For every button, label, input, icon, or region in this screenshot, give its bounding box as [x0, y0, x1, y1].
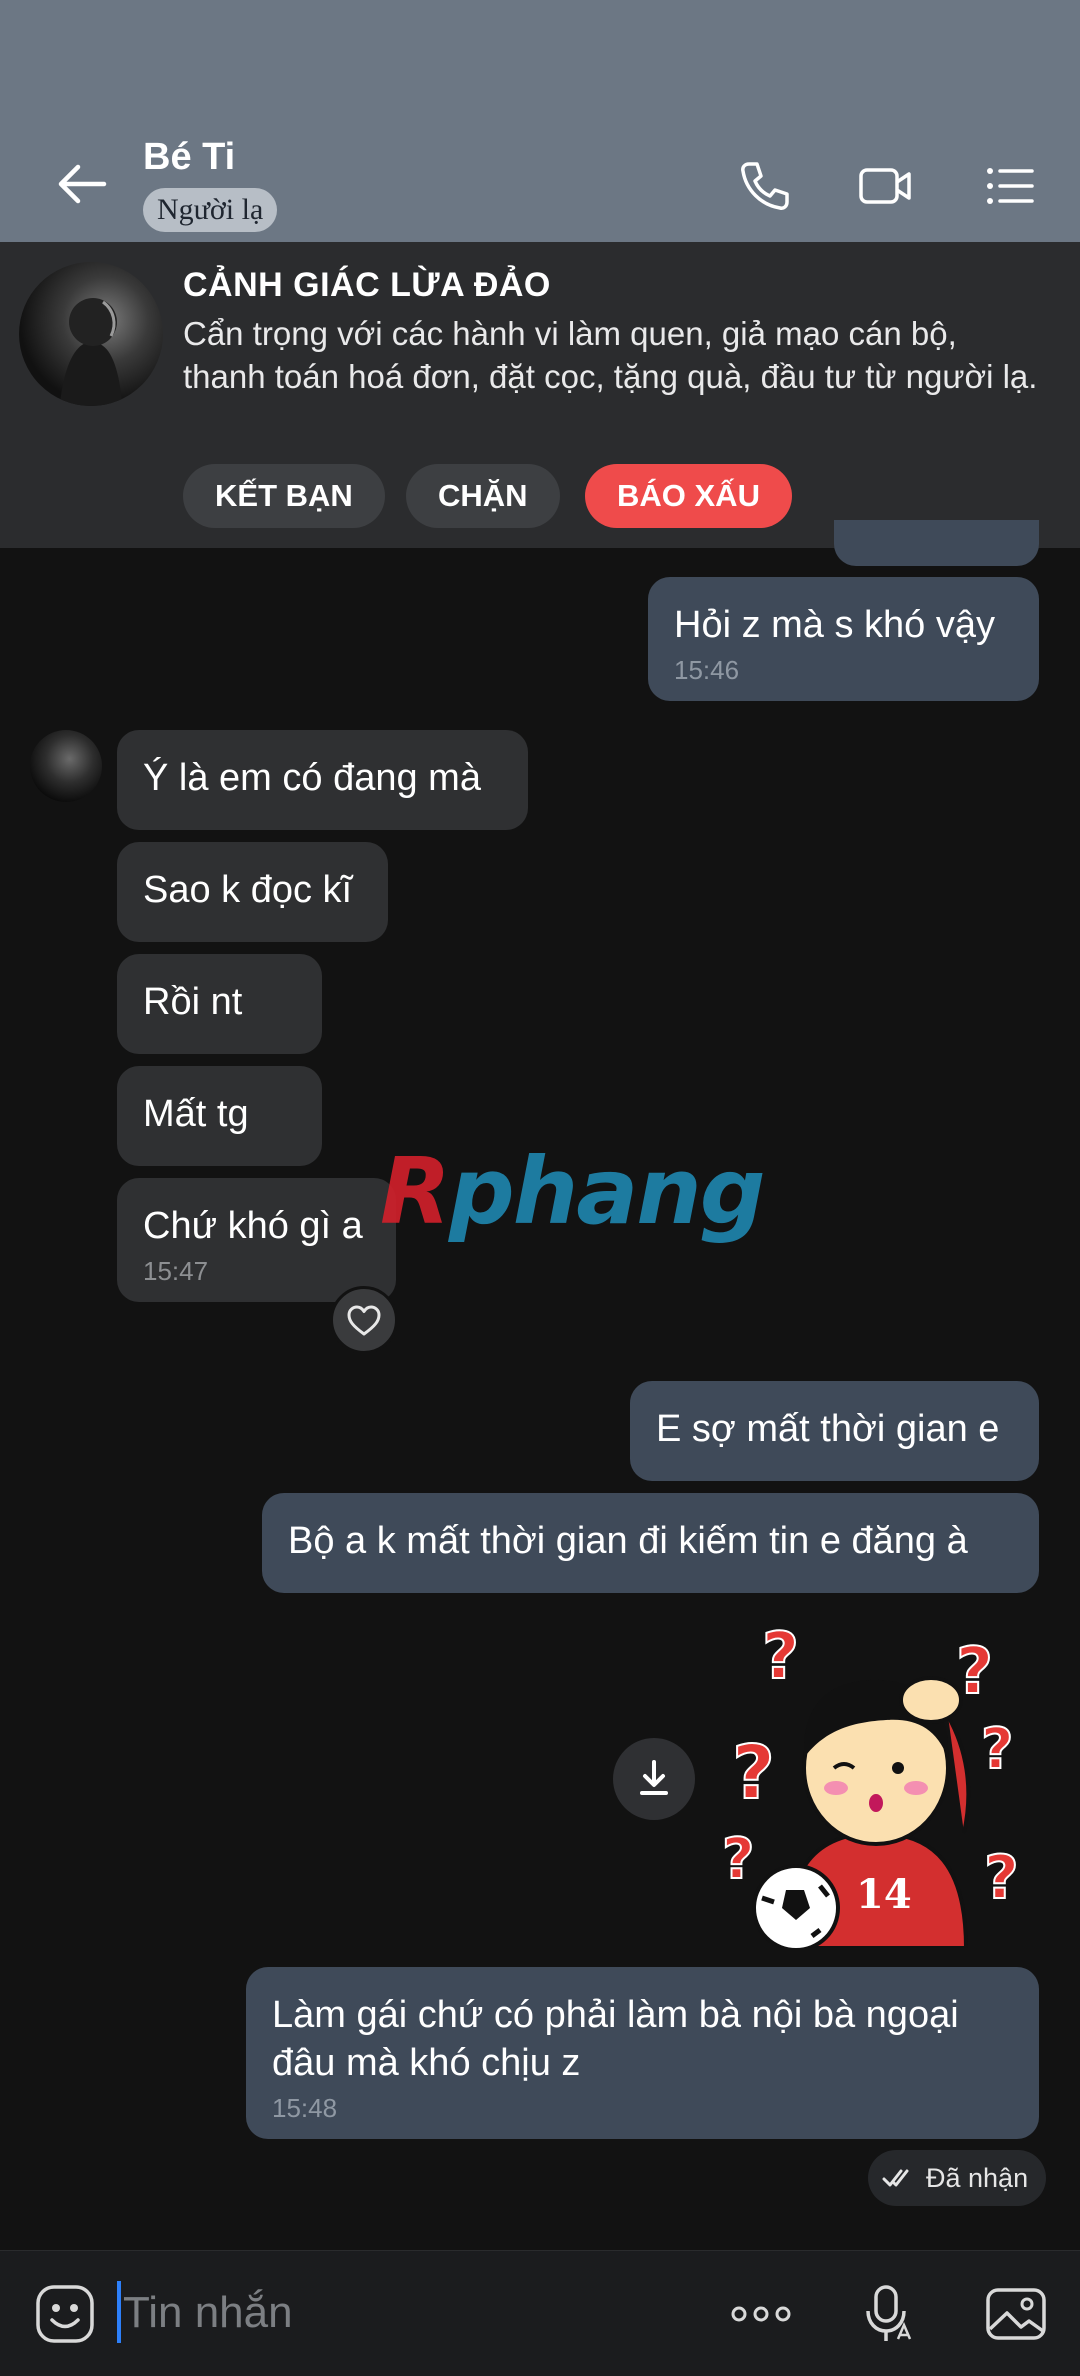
- video-call-icon[interactable]: [855, 156, 915, 216]
- image-gallery-icon[interactable]: [983, 2281, 1049, 2347]
- sticker-confused-footballer[interactable]: ? ? ? ? ? ? 14: [716, 1618, 1036, 1952]
- message-bubble-incoming[interactable]: Chứ khó gì a 15:47: [117, 1178, 396, 1302]
- message-text: Rồi nt: [143, 981, 243, 1023]
- delivery-status: Đã nhận: [868, 2150, 1047, 2206]
- status-bar: [0, 0, 1080, 126]
- watermark-text: phang: [448, 1138, 766, 1245]
- emoji-sticker-icon[interactable]: [32, 2281, 98, 2347]
- report-button[interactable]: BÁO XẤU: [585, 464, 792, 528]
- sender-avatar[interactable]: [30, 730, 102, 802]
- scam-warning-panel: CẢNH GIÁC LỪA ĐẢO Cẩn trọng với các hành…: [0, 242, 1080, 548]
- message-bubble-incoming[interactable]: Mất tg: [117, 1066, 322, 1166]
- message-input-bar: [0, 2250, 1080, 2376]
- back-arrow-icon[interactable]: [50, 152, 114, 216]
- message-bubble-outgoing[interactable]: E sợ mất thời gian e: [630, 1381, 1039, 1481]
- svg-text:?: ?: [722, 1827, 754, 1892]
- jersey-number: 14: [856, 1871, 912, 1918]
- message-bubble-outgoing[interactable]: Hỏi z mà s khó vậy 15:46: [648, 577, 1039, 701]
- menu-list-icon[interactable]: [980, 156, 1040, 216]
- svg-text:?: ?: [732, 1730, 775, 1816]
- message-time: 15:46: [674, 655, 740, 685]
- svg-text:?: ?: [984, 1843, 1019, 1913]
- heart-reaction-icon[interactable]: [330, 1286, 398, 1354]
- chat-screen: Bé Ti Người lạ CẢNH GIÁC LỪA ĐẢO Cẩn trọ…: [0, 0, 1080, 2376]
- phone-call-icon[interactable]: [735, 156, 795, 216]
- stranger-badge: Người lạ: [143, 188, 278, 232]
- message-text: Hỏi z mà s khó vậy: [674, 604, 995, 646]
- more-options-icon[interactable]: [728, 2281, 794, 2347]
- message-time: 15:48: [272, 2093, 338, 2123]
- message-text: Chứ khó gì a: [143, 1205, 363, 1247]
- message-bubble-incoming[interactable]: Ý là em có đang mà: [117, 730, 528, 830]
- message-bubble-outgoing[interactable]: Bộ a k mất thời gian đi kiếm tin e đăng …: [262, 1493, 1039, 1593]
- message-bubble-outgoing[interactable]: Làm gái chứ có phải làm bà nội bà ngoại …: [246, 1967, 1039, 2139]
- message-bubble-incoming[interactable]: Rồi nt: [117, 954, 322, 1054]
- chat-header: Bé Ti Người lạ: [0, 126, 1080, 242]
- block-button[interactable]: CHẶN: [406, 464, 560, 528]
- voice-to-text-icon[interactable]: [854, 2281, 920, 2347]
- message-input[interactable]: [121, 2281, 685, 2345]
- add-friend-button[interactable]: KẾT BẠN: [183, 464, 385, 528]
- message-text: Mất tg: [143, 1093, 249, 1135]
- watermark-letter: R: [380, 1138, 451, 1245]
- message-time: 15:47: [143, 1256, 209, 1286]
- watermark-logo: Rphang: [380, 1138, 766, 1245]
- download-icon[interactable]: [613, 1738, 695, 1820]
- message-text: Làm gái chứ có phải làm bà nội bà ngoại …: [272, 1994, 959, 2084]
- delivery-status-text: Đã nhận: [926, 2163, 1029, 2193]
- message-text: Bộ a k mất thời gian đi kiếm tin e đăng …: [288, 1520, 968, 1562]
- message-text: Sao k đọc kĩ: [143, 869, 353, 911]
- svg-text:?: ?: [762, 1620, 799, 1694]
- double-check-icon: [882, 2169, 909, 2187]
- warning-title: CẢNH GIÁC LỪA ĐẢO: [183, 266, 551, 304]
- contact-name[interactable]: Bé Ti: [143, 136, 235, 179]
- warning-text: Cẩn trọng với các hành vi làm quen, giả …: [183, 315, 1038, 395]
- message-bubble-partial[interactable]: [834, 520, 1039, 566]
- message-text: Ý là em có đang mà: [143, 757, 481, 799]
- svg-text:?: ?: [981, 1717, 1013, 1782]
- contact-avatar[interactable]: [19, 262, 163, 406]
- message-bubble-incoming[interactable]: Sao k đọc kĩ: [117, 842, 388, 942]
- message-text: E sợ mất thời gian e: [656, 1408, 1000, 1450]
